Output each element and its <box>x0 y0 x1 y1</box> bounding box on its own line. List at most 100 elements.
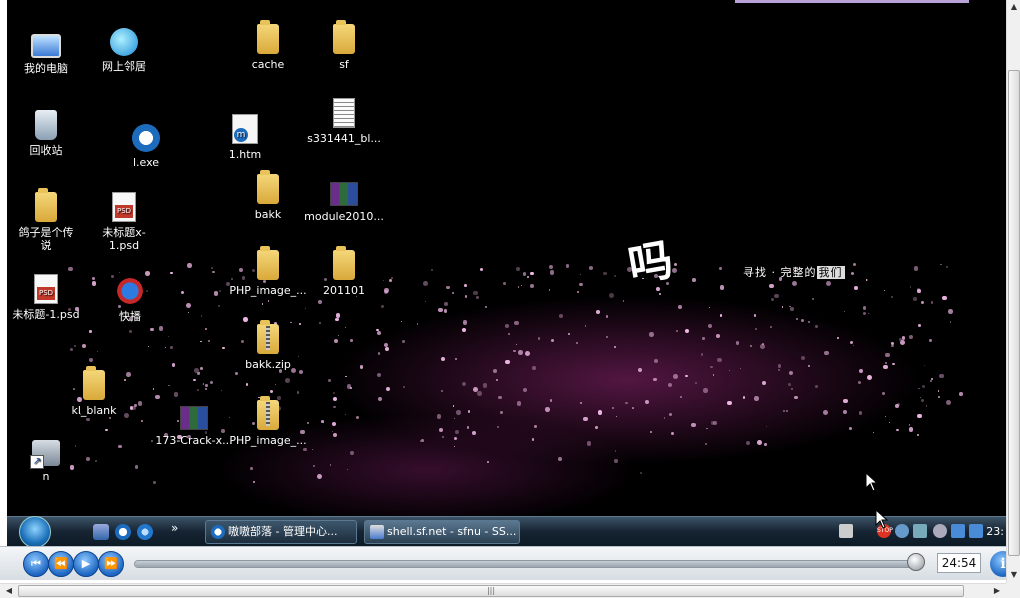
wallpaper-sparkle <box>653 377 657 382</box>
wallpaper-sparkle <box>685 374 688 377</box>
seek-handle[interactable] <box>907 553 926 571</box>
wallpaper-sparkle <box>781 306 784 309</box>
taskbar-button-ssh[interactable]: shell.sf.net - sfnu - SS... <box>364 520 520 544</box>
wallpaper-sparkle <box>770 297 775 302</box>
desktop-icon-module2010[interactable]: module2010... <box>301 176 387 223</box>
scroll-left-icon[interactable]: ◀ <box>2 586 16 595</box>
scroll-up-icon[interactable]: ▲ <box>1007 2 1020 11</box>
fast-forward-button[interactable]: ⏩ <box>98 551 124 577</box>
desktop-icon-php-image-zip[interactable]: PHP_image_... <box>221 396 315 447</box>
wallpaper-sparkle <box>785 410 789 413</box>
desktop-icon-psd-untitled-1[interactable]: 未标题-1.psd <box>7 274 85 321</box>
desktop-icon-recycle-bin[interactable]: 回收站 <box>7 110 85 157</box>
wallpaper-sparkle <box>796 317 799 320</box>
wallpaper-sparkle <box>735 341 740 345</box>
desktop-icon-1-htm[interactable]: 1.htm <box>206 114 284 161</box>
kuaibo-player-icon <box>115 276 145 306</box>
ie-quicklaunch-icon[interactable] <box>137 524 153 540</box>
horizontal-scrollbar[interactable]: ◀ ||| ▶ <box>0 583 1006 598</box>
wallpaper-sparkle <box>822 409 828 415</box>
wallpaper-sparkle <box>858 411 862 415</box>
desktop-icon-folder-201101[interactable]: 201101 <box>305 246 383 297</box>
desktop-icon-label: cache <box>251 58 285 71</box>
desktop-icon-kl-blank[interactable]: kl_blank <box>55 366 133 417</box>
scroll-down-icon[interactable]: ▼ <box>1007 570 1020 579</box>
wallpaper-sparkle <box>304 307 307 310</box>
desktop-icon-network[interactable]: 网上邻居 <box>85 28 163 73</box>
horizontal-scroll-thumb[interactable]: ||| <box>18 585 964 597</box>
start-button-icon[interactable] <box>19 516 51 548</box>
wallpaper-sparkle <box>937 390 940 393</box>
wallpaper-sparkle <box>148 345 150 347</box>
desktop-icon-psd-untitled-x1[interactable]: 未标题x-1.psd <box>85 192 163 252</box>
wallpaper-sparkle <box>199 366 203 370</box>
wallpaper-sparkle <box>167 335 170 338</box>
desktop-icon-folder-bakk[interactable]: bakk <box>229 170 307 221</box>
desktop-icon-shortcut-n[interactable]: n <box>7 436 85 483</box>
wallpaper-sparkle <box>703 388 708 393</box>
wallpaper-sparkle <box>925 405 927 407</box>
remote-desktop[interactable]: 我的电脑 回收站 鸽子是个传说 未标题-1.psd n 网上邻居 l.exe <box>7 0 1006 516</box>
taskbar-button-aoao[interactable]: 嗷嗷部落 - 管理中心... <box>205 520 357 544</box>
wallpaper-sparkle <box>332 396 337 402</box>
desktop-icon-my-computer[interactable]: 我的电脑 <box>7 28 85 75</box>
wallpaper-sparkle <box>859 368 864 374</box>
rar-archive-icon <box>330 182 358 206</box>
desktop-icon-bakk-zip[interactable]: bakk.zip <box>229 320 307 371</box>
network-tray-icon[interactable] <box>913 524 927 538</box>
skip-back-button[interactable]: ⏮ <box>23 551 49 577</box>
keyboard-tray-icon[interactable] <box>839 524 853 538</box>
desktop-icon-folder-sf[interactable]: sf <box>305 20 383 71</box>
wallpaper-sparkle <box>446 285 451 290</box>
desktop-icon-folder-php-image[interactable]: PHP_image_... <box>221 246 315 297</box>
wallpaper-sparkle <box>852 263 856 267</box>
desktop-icon-label: 未标题-1.psd <box>12 308 80 321</box>
quicklaunch-chevron-icon[interactable]: » <box>171 521 178 535</box>
qq-tray-icon[interactable] <box>895 524 909 538</box>
wallpaper-sparkle <box>614 458 619 463</box>
wallpaper-sparkle <box>482 382 488 388</box>
desktop-icon-folder-gezi[interactable]: 鸽子是个传说 <box>7 188 85 252</box>
wallpaper-sparkle <box>137 400 143 406</box>
wallpaper-sparkle <box>508 333 511 336</box>
play-button[interactable]: ▶ <box>73 551 99 577</box>
scroll-right-icon[interactable]: ▶ <box>990 586 1004 595</box>
desktop-icon-kuaibo[interactable]: 快播 <box>91 276 169 323</box>
vertical-scrollbar[interactable]: ▲ ▼ <box>1006 0 1020 583</box>
wallpaper-sparkle <box>939 373 944 379</box>
wallpaper-sparkle <box>866 374 872 380</box>
show-desktop-icon[interactable] <box>93 524 109 540</box>
shield-tray-icon[interactable] <box>951 524 965 538</box>
rewind-button[interactable]: ⏪ <box>48 551 74 577</box>
wallpaper-sparkle <box>615 416 617 418</box>
seek-bar[interactable] <box>134 560 924 568</box>
wallpaper-sparkle <box>245 383 249 386</box>
wallpaper-sparkle <box>514 320 520 326</box>
wallpaper-sparkle <box>275 383 277 385</box>
maxthon-quicklaunch-icon[interactable] <box>115 524 131 540</box>
taskbar-button-label: shell.sf.net - sfnu - SS... <box>387 525 517 538</box>
wallpaper-sparkle <box>808 321 811 324</box>
wallpaper-sparkle <box>909 286 912 288</box>
desktop-icon-folder-cache[interactable]: cache <box>229 20 307 71</box>
wallpaper-sparkle <box>345 376 347 378</box>
wallpaper-sparkle <box>921 384 925 389</box>
wallpaper-sparkle <box>605 314 609 318</box>
wallpaper-sparkle <box>332 433 338 438</box>
wallpaper-sparkle <box>901 335 906 340</box>
desktop-icon-l-exe[interactable]: l.exe <box>107 124 185 169</box>
wallpaper-sparkle <box>385 346 390 351</box>
wallpaper-sparkle <box>862 306 867 310</box>
wallpaper-sparkle <box>899 340 905 345</box>
vertical-scroll-thumb[interactable] <box>1008 70 1020 556</box>
wallpaper-sparkle <box>532 366 536 370</box>
desktop-icon-s331441[interactable]: s331441_bl... <box>301 98 387 145</box>
wallpaper-sparkle <box>753 314 757 317</box>
speaker-tray-icon[interactable] <box>933 524 947 538</box>
wallpaper-sparkle <box>778 364 782 368</box>
wallpaper-sparkle <box>611 407 615 410</box>
wallpaper-sparkle <box>808 364 811 367</box>
wallpaper-sparkle <box>212 270 215 274</box>
security-tray-icon[interactable] <box>969 524 983 538</box>
wallpaper-sparkle <box>118 271 121 274</box>
